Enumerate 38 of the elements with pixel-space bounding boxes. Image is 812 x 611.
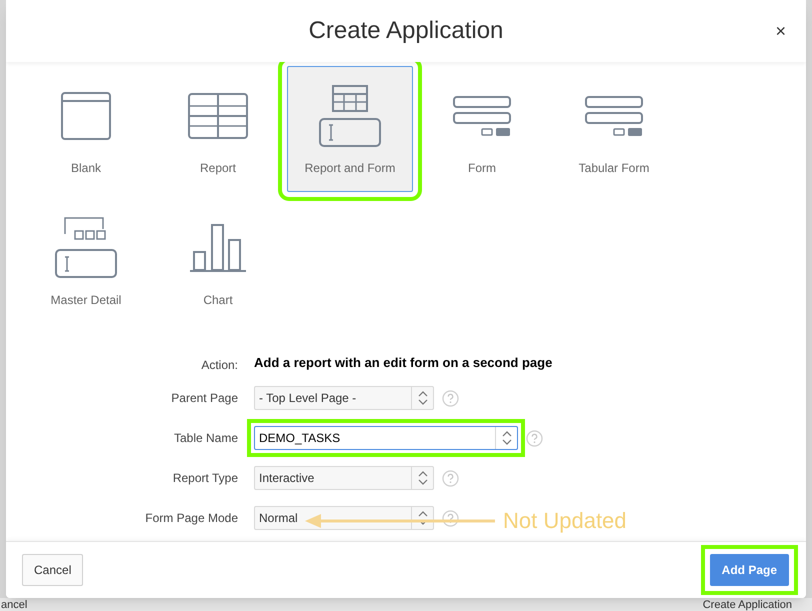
field-label: Parent Page [170, 390, 238, 407]
dialog-title: Create Application [308, 16, 504, 46]
table-icon [188, 93, 248, 139]
help-icon[interactable] [442, 390, 459, 406]
blank-page-icon [61, 92, 111, 140]
page-type-tile[interactable]: Chart [155, 198, 281, 324]
up-down-chevron-icon [418, 391, 428, 405]
cancel-button[interactable]: Cancel [22, 554, 84, 586]
page-type-tile[interactable]: Form [419, 66, 545, 192]
action-description: Add a report with an edit form on a second page [254, 354, 552, 372]
background-button-text: ancel [1, 598, 28, 611]
page-type-tile[interactable]: Master Detail [23, 198, 149, 324]
field-label: Report Type [172, 470, 238, 487]
page-type-tile[interactable]: Blank [23, 66, 149, 192]
master-detail-icon [55, 217, 117, 279]
annotation-text: Not Updated [503, 510, 627, 532]
help-icon[interactable] [442, 470, 459, 486]
select-field[interactable]: Interactive [254, 466, 434, 490]
field-label: Table Name [172, 430, 238, 447]
close-button[interactable]: × [775, 22, 786, 40]
page-type-tile[interactable]: Report [155, 66, 281, 192]
select-field[interactable]: DEMO_TASKS [254, 426, 518, 450]
bar-chart-icon [190, 223, 246, 273]
field-label: Action: [200, 357, 238, 374]
field-label: Form Page Mode [144, 510, 238, 527]
table-and-input-icon [319, 85, 381, 147]
page-type-tile[interactable]: Tabular Form [551, 66, 677, 192]
select-field[interactable]: Normal [254, 506, 434, 530]
help-icon[interactable] [526, 430, 543, 446]
add-page-button[interactable]: Add Page [710, 554, 789, 586]
form-fields-icon [585, 96, 643, 136]
background-button-text: Create Application [702, 598, 792, 611]
up-down-chevron-icon [502, 431, 512, 445]
up-down-chevron-icon [418, 471, 428, 485]
help-icon[interactable] [442, 510, 459, 526]
form-fields-icon [453, 96, 511, 136]
up-down-chevron-icon [418, 511, 428, 525]
select-field[interactable]: - Top Level Page - [254, 386, 434, 410]
